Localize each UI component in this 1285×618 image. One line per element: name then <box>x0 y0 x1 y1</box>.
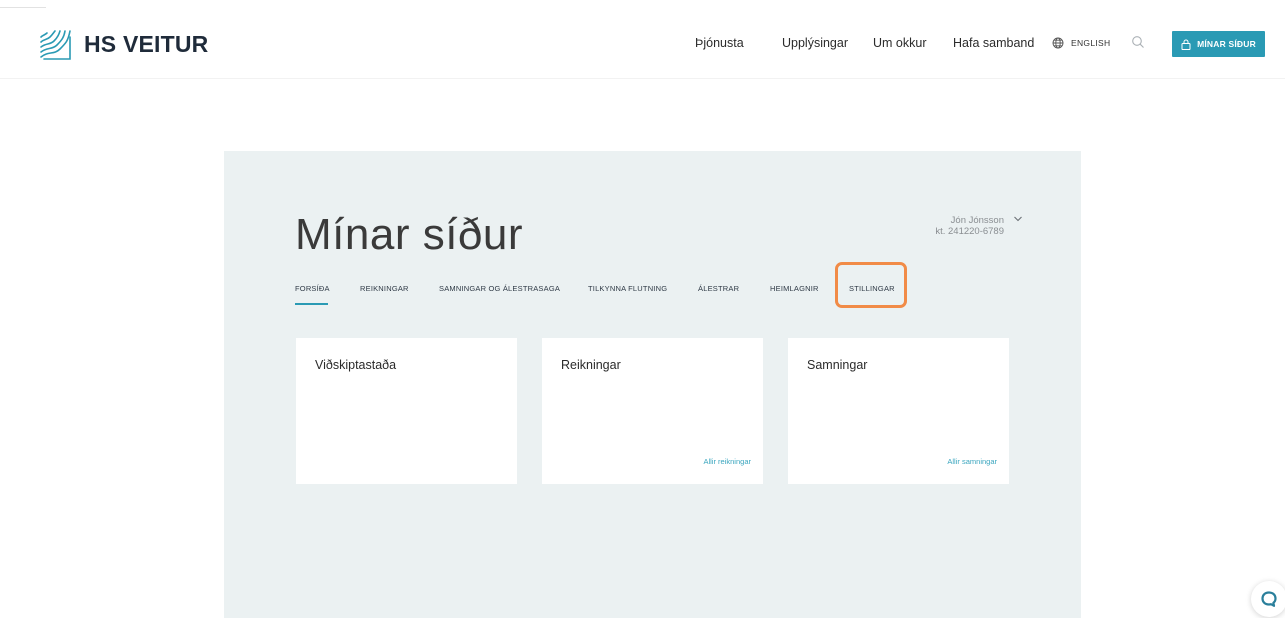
my-pages-panel: Mínar síður Jón Jónsson kt. 241220-6789 … <box>224 151 1081 618</box>
tab-reikningar[interactable]: REIKNINGAR <box>360 284 409 293</box>
active-tab-indicator <box>295 303 328 305</box>
language-switch[interactable]: ENGLISH <box>1052 37 1110 49</box>
language-label: ENGLISH <box>1071 38 1111 48</box>
user-name: Jón Jónsson <box>950 215 1004 226</box>
card-samningar[interactable]: Samningar Allir samningar <box>788 338 1009 484</box>
lock-icon <box>1181 39 1191 50</box>
site-header: HS VEITUR Þjónusta Upplýsingar Um okkur … <box>0 0 1285 79</box>
nav-link-upplysingar[interactable]: Upplýsingar <box>782 36 848 50</box>
globe-icon <box>1052 37 1064 49</box>
tab-samningar-og-alestrasaga[interactable]: SAMNINGAR OG ÁLESTRASAGA <box>439 284 560 293</box>
all-contracts-link[interactable]: Allir samningar <box>947 457 997 466</box>
search-icon[interactable] <box>1131 35 1145 49</box>
user-info[interactable]: Jón Jónsson kt. 241220-6789 <box>904 215 1004 237</box>
logo-text: HS VEITUR <box>84 31 209 57</box>
card-vidskiptastada[interactable]: Viðskiptastaða <box>296 338 517 484</box>
nav-link-um-okkur[interactable]: Um okkur <box>873 36 926 50</box>
nav-link-hafa-samband[interactable]: Hafa samband <box>953 36 1034 50</box>
card-title: Samningar <box>807 358 868 372</box>
card-title: Viðskiptastaða <box>315 358 397 372</box>
card-title: Reikningar <box>561 358 621 372</box>
chevron-down-icon[interactable] <box>1013 215 1023 223</box>
nav-link-thjonusta[interactable]: Þjónusta <box>695 36 744 50</box>
tab-heimlagnir[interactable]: HEIMLAGNIR <box>770 284 819 293</box>
waves-logo-icon <box>40 30 71 60</box>
tab-forsida[interactable]: FORSÍÐA <box>295 284 330 293</box>
tab-alestrar[interactable]: ÁLESTRAR <box>698 284 739 293</box>
highlight-box <box>835 262 907 308</box>
card-reikningar[interactable]: Reikningar Allir reikningar <box>542 338 763 484</box>
page-title: Mínar síður <box>295 210 524 259</box>
my-pages-button[interactable]: MÍNAR SÍÐUR <box>1172 31 1265 57</box>
my-pages-label: MÍNAR SÍÐUR <box>1197 39 1256 49</box>
user-id: kt. 241220-6789 <box>935 226 1004 237</box>
all-invoices-link[interactable]: Allir reikningar <box>703 457 751 466</box>
chat-button[interactable] <box>1251 581 1285 617</box>
logo[interactable]: HS VEITUR <box>38 27 208 62</box>
chat-bubble-icon <box>1261 591 1277 607</box>
tab-tilkynna-flutning[interactable]: TILKYNNA FLUTNING <box>588 284 667 293</box>
